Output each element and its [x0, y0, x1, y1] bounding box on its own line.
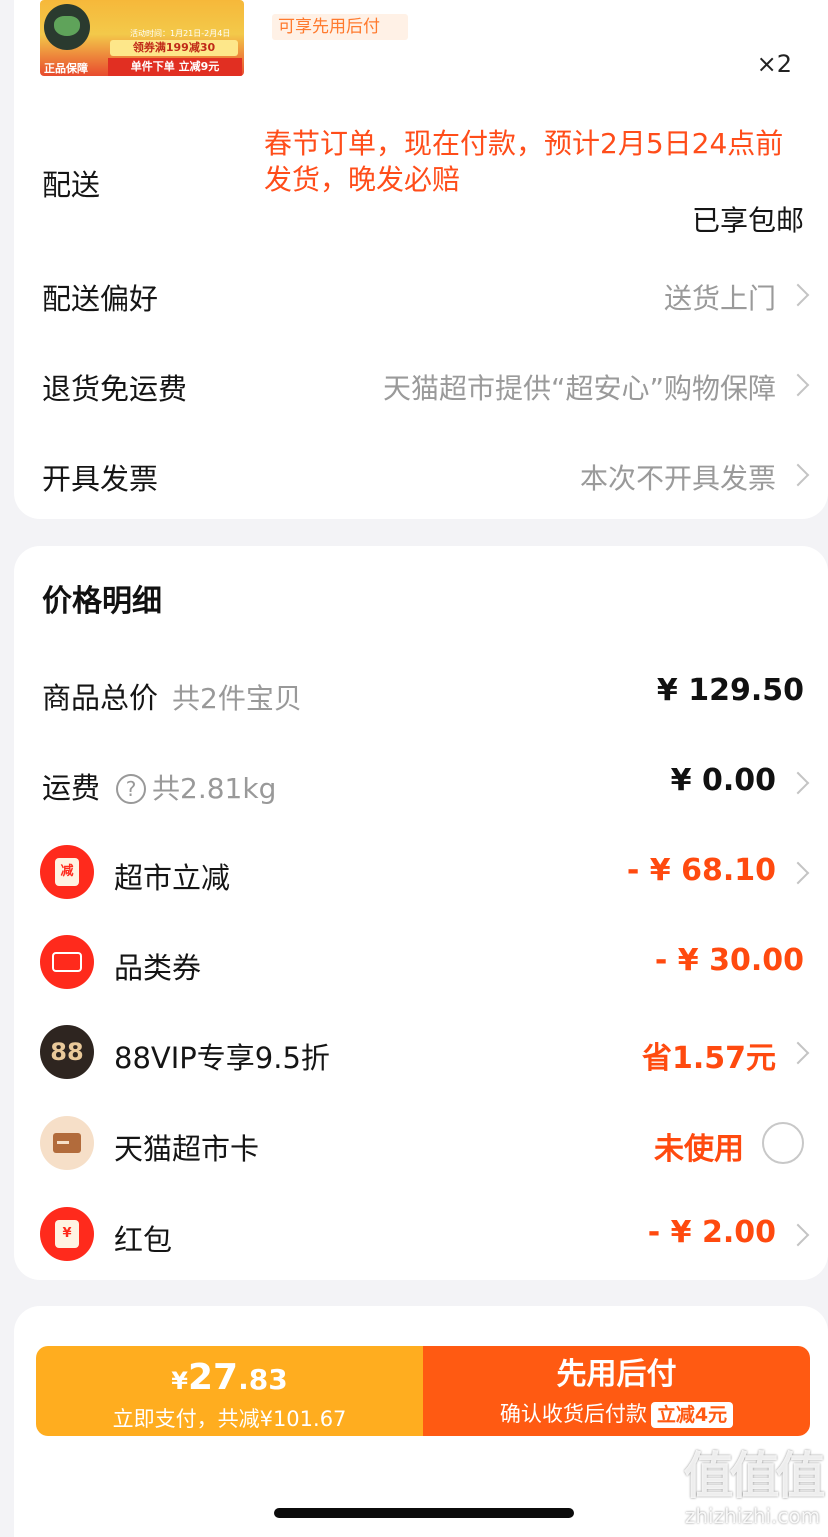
- discount-label: 超市立减: [114, 861, 231, 895]
- thumb-coupon: 领券满199减30: [110, 40, 238, 56]
- item-count: 共2件宝贝: [172, 682, 302, 715]
- row-label: 退货免运费: [42, 372, 188, 406]
- icon-glyph: 减: [55, 858, 79, 886]
- coupon-icon: [40, 935, 94, 989]
- watermark: 值值值 zhizhizhi.com: [680, 1447, 826, 1528]
- pay-later-tag: 可享先用后付: [272, 14, 408, 40]
- card-glyph: [53, 1133, 81, 1153]
- label-text: 商品总价: [42, 681, 159, 715]
- chevron-right-icon: [786, 373, 810, 397]
- pay-amount: ¥27.83: [36, 1358, 423, 1401]
- card-icon: [40, 1116, 94, 1170]
- row-value: 本次不开具发票: [579, 462, 776, 495]
- reduction-icon: 减: [40, 845, 94, 899]
- shipping-label: 运费? 共2.81kg: [42, 765, 276, 807]
- payment-bar: ¥27.83 立即支付，共减¥101.67 先用后付 确认收货后付款 立减4元: [36, 1346, 810, 1436]
- discount-label: 天猫超市卡: [114, 1132, 260, 1166]
- ticket-glyph: [52, 952, 82, 972]
- pay-later-button[interactable]: 先用后付 确认收货后付款 立减4元: [423, 1346, 810, 1436]
- amount-integer: 27: [187, 1357, 239, 1398]
- watermark-url: zhizhizhi.com: [684, 1504, 821, 1528]
- row-label: 配送偏好: [42, 282, 159, 316]
- pay-now-button[interactable]: ¥27.83 立即支付，共减¥101.67: [36, 1346, 423, 1436]
- chevron-right-icon: [786, 1041, 810, 1065]
- row-value: 送货上门: [663, 282, 776, 315]
- supermarket-reduction-row[interactable]: 减 超市立减 - ¥ 68.10: [14, 843, 828, 903]
- currency-symbol: ¥: [171, 1367, 188, 1395]
- supermarket-card-row[interactable]: 天猫超市卡 未使用: [14, 1114, 828, 1174]
- discount-value: 省1.57元: [641, 1041, 776, 1076]
- order-info-card: 活动时间：1月21日-2月4日 领券满199减30 正品保障 单件下单 立减9元…: [14, 0, 828, 519]
- discount-label: 88VIP专享9.5折: [114, 1041, 330, 1075]
- thumb-date: 活动时间：1月21日-2月4日: [130, 29, 231, 38]
- free-shipping-text: 已享包邮: [691, 204, 804, 237]
- chevron-right-icon: [786, 1223, 810, 1247]
- discount-value: 未使用: [654, 1132, 744, 1167]
- watermark-logo: 值值值: [683, 1447, 826, 1505]
- discount-value: - ¥ 30.00: [654, 943, 804, 978]
- row-value: 天猫超市提供“超安心”购物保障: [382, 372, 776, 405]
- chevron-right-icon: [786, 283, 810, 307]
- product-quantity: ×2: [756, 50, 792, 78]
- section-title: 价格明细: [42, 584, 162, 619]
- chevron-right-icon: [786, 771, 810, 795]
- amount-decimal: .83: [238, 1363, 288, 1396]
- category-coupon-row[interactable]: 品类券 - ¥ 30.00: [14, 933, 828, 993]
- vip-discount-row[interactable]: 88 88VIP专享9.5折 省1.57元: [14, 1023, 828, 1083]
- weight-text: 共2.81kg: [152, 772, 277, 805]
- discount-label: 品类券: [114, 951, 202, 985]
- shipping-fee-row[interactable]: 运费? 共2.81kg ¥ 0.00: [14, 753, 828, 813]
- tmall-cat-icon: [44, 4, 90, 50]
- vip-88-icon: 88: [40, 1025, 94, 1079]
- shipping-value: ¥ 0.00: [670, 763, 776, 798]
- subtotal-row: 商品总价 共2件宝贝 ¥ 129.50: [14, 663, 828, 723]
- thumb-discount: 单件下单 立减9元: [108, 58, 242, 76]
- pay-later-subtitle: 确认收货后付款 立减4元: [423, 1398, 810, 1428]
- row-label: 开具发票: [42, 462, 159, 496]
- subtotal-value: ¥ 129.50: [656, 673, 804, 708]
- price-detail-card: 价格明细 商品总价 共2件宝贝 ¥ 129.50 运费? 共2.81kg ¥ 0.0…: [14, 546, 828, 1280]
- delivery-label: 配送: [42, 168, 101, 202]
- discount-value: - ¥ 68.10: [626, 853, 776, 888]
- thumb-guarantee: 正品保障: [44, 62, 88, 75]
- help-question-icon[interactable]: ?: [116, 774, 147, 804]
- pay-later-sub-text: 确认收货后付款: [499, 1402, 647, 1426]
- home-indicator[interactable]: [274, 1508, 574, 1518]
- delivery-notice: 春节订单，现在付款，预计2月5日24点前发货，晚发必赔: [264, 127, 784, 196]
- pay-now-subtitle: 立即支付，共减¥101.67: [112, 1407, 347, 1431]
- label-text: 运费: [42, 771, 101, 805]
- discount-value: - ¥ 2.00: [647, 1215, 776, 1250]
- icon-glyph: ¥: [55, 1220, 79, 1248]
- product-thumbnail[interactable]: 活动时间：1月21日-2月4日 领券满199减30 正品保障 单件下单 立减9元: [40, 0, 244, 76]
- pay-later-title: 先用后付: [556, 1357, 677, 1392]
- red-envelope-row[interactable]: ¥ 红包 - ¥ 2.00: [14, 1205, 828, 1265]
- chevron-right-icon: [786, 861, 810, 885]
- card-select-radio[interactable]: [762, 1122, 804, 1164]
- discount-label: 红包: [114, 1223, 173, 1257]
- subtotal-label: 商品总价 共2件宝贝: [42, 675, 302, 717]
- chevron-right-icon: [786, 463, 810, 487]
- red-envelope-icon: ¥: [40, 1207, 94, 1261]
- discount-badge: 立减4元: [650, 1402, 734, 1428]
